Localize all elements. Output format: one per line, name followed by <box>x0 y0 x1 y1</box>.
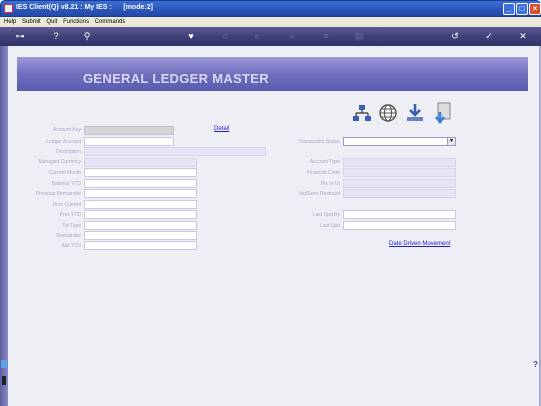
menu-commands[interactable]: Commands <box>95 17 126 27</box>
label-remainder: Remainder <box>56 233 81 239</box>
previous-remainder-field <box>84 189 197 198</box>
heart-icon[interactable]: ♥ <box>184 30 198 42</box>
fast-forward-icon[interactable]: » <box>285 30 299 42</box>
label-prvs-current: Prvs Current <box>52 202 81 208</box>
list-icon[interactable]: ≡ <box>319 30 333 42</box>
prvs-ytd-field <box>84 210 197 219</box>
label-current-month: Current Month <box>49 170 81 176</box>
hierarchy-icon[interactable] <box>352 102 372 124</box>
title-bar: IES Client(Q) v8.21 : My IES : [mode:2] … <box>0 0 541 17</box>
account-key-field[interactable] <box>84 126 174 135</box>
label-financial-code: Financial Code <box>306 170 340 176</box>
label-prvs-ytd: Prvs YTD <box>59 212 81 218</box>
info-icon[interactable] <box>2 376 6 385</box>
close-window-button[interactable]: × <box>529 3 541 15</box>
last-upd-by-field <box>343 210 456 219</box>
menu-help[interactable]: Help <box>4 17 16 27</box>
download-icon[interactable] <box>405 102 425 124</box>
label-ledger-account: Ledger Account <box>46 139 81 145</box>
alst-ytd-field <box>84 241 197 250</box>
label-account-type: Account Type <box>309 159 340 165</box>
monitor-icon[interactable] <box>1 360 7 368</box>
help-question-icon[interactable]: ? <box>533 360 538 369</box>
menu-quit[interactable]: Quit <box>46 17 57 27</box>
rewind-icon[interactable]: « <box>250 30 264 42</box>
label-balance-ytd: Balance YTD <box>51 181 81 187</box>
prvs-current-field <box>84 200 197 209</box>
ind-error-restraint-field[interactable] <box>343 189 456 198</box>
label-last-upd: Last Upd <box>319 223 340 229</box>
account-type-field[interactable] <box>343 158 456 167</box>
label-ind-error-restraint: Ind/Error Restraint <box>299 191 340 197</box>
description-field[interactable] <box>84 147 266 156</box>
app-icon <box>4 4 13 13</box>
label-account-key: Account Key <box>52 127 81 133</box>
pls-or-ut-field[interactable] <box>343 179 456 188</box>
page-title: GENERAL LEDGER MASTER <box>83 71 269 86</box>
label-description: Description <box>55 149 81 155</box>
current-month-field <box>84 168 197 177</box>
label-managed-currency: Managed Currency <box>38 159 81 165</box>
label-last-upd-by: Last Upd By <box>312 212 340 218</box>
page-header: GENERAL LEDGER MASTER <box>17 57 528 91</box>
menu-submit[interactable]: Submit <box>22 17 41 27</box>
help-icon[interactable]: ? <box>49 30 63 42</box>
minimize-button[interactable]: _ <box>503 3 515 15</box>
tot-type-field <box>84 221 197 230</box>
document-icon[interactable]: ▤ <box>352 30 366 42</box>
last-upd-field <box>343 221 456 230</box>
search-icon[interactable]: ⚲ <box>80 30 94 42</box>
export-icon[interactable] <box>432 102 452 124</box>
detail-link[interactable]: Detail <box>214 126 229 132</box>
label-previous-remainder: Previous Remainder <box>35 191 81 197</box>
chevron-down-icon[interactable]: ▼ <box>447 138 455 145</box>
transaction-status-select[interactable]: ▼ <box>343 137 456 146</box>
close-icon[interactable]: ✕ <box>516 30 530 42</box>
check-icon[interactable]: ✓ <box>482 30 496 42</box>
remainder-field <box>84 231 197 240</box>
label-pls-or-ut: Pls or Ut <box>320 181 340 187</box>
left-side-rail <box>0 46 8 406</box>
label-tot-type: Tot Type <box>62 223 81 229</box>
label-alst-ytd: Alst YTD <box>61 243 81 249</box>
managed-currency-field[interactable] <box>84 158 197 167</box>
menu-bar: Help Submit Quit Functions Commands <box>0 17 541 27</box>
window-title: IES Client(Q) v8.21 : My IES : [mode:2] <box>16 4 153 11</box>
home-icon[interactable]: ⌂ <box>218 30 232 42</box>
menu-functions[interactable]: Functions <box>63 17 89 27</box>
toolbar: ⊶ ? ⚲ ♥ ⌂ « » ≡ ▤ ↺ ✓ ✕ <box>0 27 541 46</box>
key-icon[interactable]: ⊶ <box>10 30 30 42</box>
undo-icon[interactable]: ↺ <box>448 30 462 42</box>
globe-icon[interactable] <box>378 102 398 124</box>
ledger-account-field[interactable] <box>84 137 174 146</box>
label-transaction-status: Transaction Status <box>298 139 340 145</box>
date-driven-movement-link[interactable]: Date Driven Movement <box>389 241 450 247</box>
financial-code-field[interactable] <box>343 168 456 177</box>
maximize-button[interactable]: □ <box>516 3 528 15</box>
balance-ytd-field <box>84 179 197 188</box>
